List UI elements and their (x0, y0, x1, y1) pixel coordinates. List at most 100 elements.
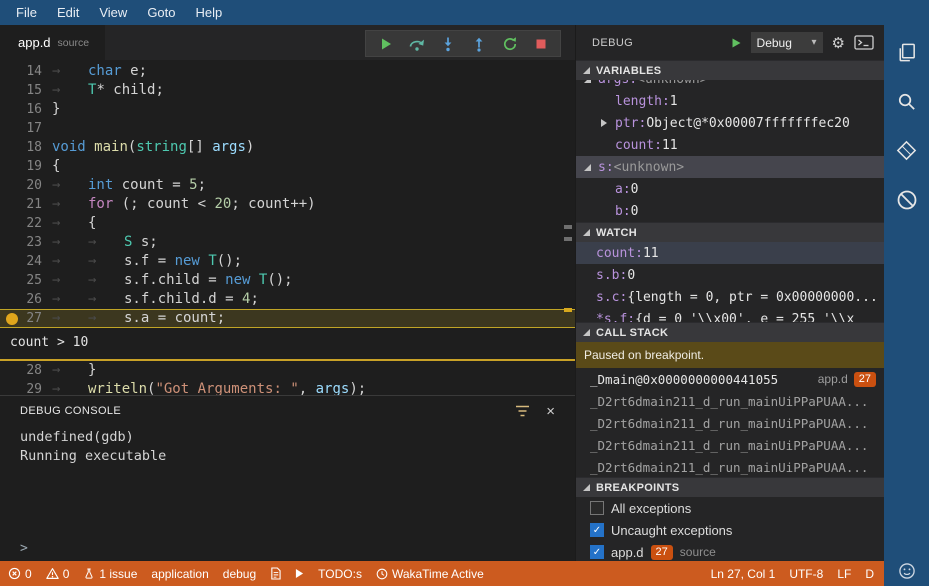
twisty-icon[interactable] (584, 80, 598, 83)
menu-item-help[interactable]: Help (186, 0, 233, 25)
breakpoint-item[interactable]: All exceptions (576, 497, 884, 519)
warning-count[interactable]: 0 (45, 567, 69, 581)
tab-app-d[interactable]: app.d source (0, 25, 106, 60)
line-number-19[interactable]: 19 (0, 157, 52, 176)
stack-frame[interactable]: _D2rt6dmain211_d_run_mainUiPPaPUAA... (576, 390, 884, 412)
run-task-button[interactable] (295, 568, 304, 579)
step-into-button[interactable] (432, 31, 463, 56)
variable-row[interactable]: count: 11 (576, 134, 884, 156)
twisty-icon[interactable] (601, 119, 615, 127)
breakpoint-item[interactable]: ✓ app.d 27 source (576, 541, 884, 561)
code-line-21[interactable]: 21 → for (; count < 20; count++) (0, 195, 575, 214)
section-header-watch[interactable]: WATCH (576, 222, 884, 242)
report-document-icon[interactable] (270, 567, 281, 580)
code-line-14[interactable]: 14 → char e; (0, 62, 575, 81)
search-tab[interactable] (895, 90, 918, 113)
wakatime-indicator[interactable]: WakaTime Active (376, 567, 484, 581)
line-number-24[interactable]: 24 (0, 252, 52, 271)
code-line-22[interactable]: 22 →{ (0, 214, 575, 233)
code-line-20[interactable]: 20 → int count = 5; (0, 176, 575, 195)
line-number-26[interactable]: 26 (0, 290, 52, 309)
variable-row[interactable]: ptr: Object@*0x00007fffffffec20 (576, 112, 884, 134)
breakpoint-condition-widget[interactable]: count > 10 (0, 328, 575, 361)
issues-indicator[interactable]: 1 issue (83, 567, 137, 581)
step-over-button[interactable] (401, 31, 432, 56)
checkbox[interactable]: ✓ (590, 523, 604, 537)
stack-frame[interactable]: _D2rt6dmain211_d_run_mainUiPPaPUAA... (576, 412, 884, 434)
console-input-prompt[interactable]: > (0, 541, 575, 561)
code-line-17[interactable]: 17 (0, 119, 575, 138)
code-line-25[interactable]: 25 → → s.f.child = new T(); (0, 271, 575, 290)
editor-scrollbar[interactable] (561, 60, 575, 395)
code-line-29[interactable]: 29 → writeln("Got Arguments: ", args); (0, 380, 575, 395)
menu-item-view[interactable]: View (89, 0, 137, 25)
line-number-28[interactable]: 28 (0, 361, 52, 380)
checkbox[interactable]: ✓ (590, 545, 604, 559)
section-header-breakpoints[interactable]: BREAKPOINTS (576, 477, 884, 497)
menu-item-file[interactable]: File (6, 0, 47, 25)
restart-button[interactable] (494, 31, 525, 56)
code-line-26[interactable]: 26 → → s.f.child.d = 4; (0, 290, 575, 309)
disabled-tab[interactable] (895, 188, 919, 212)
stack-frame[interactable]: _Dmain@0x0000000000441055 app.d 27 (576, 368, 884, 390)
line-number-16[interactable]: 16 (0, 100, 52, 119)
watch-row[interactable]: count: 11 (576, 242, 884, 264)
watch-row[interactable]: *s.f: {d = 0 '\\x00', e = 255 '\\x (576, 308, 884, 323)
error-count[interactable]: 0 (8, 567, 32, 581)
code-line-15[interactable]: 15 → T* child; (0, 81, 575, 100)
line-number-20[interactable]: 20 (0, 176, 52, 195)
language-mode-selector[interactable]: D (865, 567, 874, 581)
stop-button[interactable] (525, 31, 556, 56)
checkbox[interactable] (590, 501, 604, 515)
todo-indicator[interactable]: TODO:s (318, 567, 362, 581)
twisty-icon[interactable] (584, 163, 598, 171)
code-line-19[interactable]: 19{ (0, 157, 575, 176)
line-number-21[interactable]: 21 (0, 195, 52, 214)
code-editor[interactable]: 14 → char e; 15 → T* child; 16} 17 18 void main(s… (0, 60, 575, 395)
close-icon[interactable]: × (546, 404, 555, 419)
feedback-button[interactable] (897, 561, 917, 581)
filter-icon[interactable] (515, 405, 530, 418)
variable-row[interactable]: b: 0 (576, 200, 884, 222)
line-number-29[interactable]: 29 (0, 380, 52, 395)
line-number-25[interactable]: 25 (0, 271, 52, 290)
code-line-18[interactable]: 18 void main(string[] args) (0, 138, 575, 157)
debug-console-toggle-icon[interactable] (854, 35, 874, 50)
step-out-button[interactable] (463, 31, 494, 56)
menu-item-goto[interactable]: Goto (137, 0, 185, 25)
cursor-position[interactable]: Ln 27, Col 1 (711, 567, 776, 581)
code-line-28[interactable]: 28 →} (0, 361, 575, 380)
gear-icon[interactable]: ⚙ (832, 34, 845, 52)
menu-item-edit[interactable]: Edit (47, 0, 89, 25)
line-number-18[interactable]: 18 (0, 138, 52, 157)
launch-config-dropdown[interactable]: Debug ▾ (750, 32, 823, 53)
eol-selector[interactable]: LF (837, 567, 851, 581)
launch-config-debug[interactable]: debug (223, 567, 256, 581)
console-output[interactable]: undefined(gdb) Running executable (0, 426, 575, 541)
code-line-27[interactable]: 27 → → s.a = count; (0, 309, 575, 328)
line-number-15[interactable]: 15 (0, 81, 52, 100)
code-line-23[interactable]: 23 → → S s; (0, 233, 575, 252)
stack-frame[interactable]: _D2rt6dmain211_d_run_mainUiPPaPUAA... (576, 456, 884, 477)
watch-row[interactable]: s.b: 0 (576, 264, 884, 286)
line-number-17[interactable]: 17 (0, 119, 52, 138)
breakpoint-item[interactable]: ✓ Uncaught exceptions (576, 519, 884, 541)
encoding-selector[interactable]: UTF-8 (789, 567, 823, 581)
stack-frame[interactable]: _D2rt6dmain211_d_run_mainUiPPaPUAA... (576, 434, 884, 456)
watch-row[interactable]: s.c: {length = 0, ptr = 0x00000000... (576, 286, 884, 308)
breakpoint-icon[interactable] (6, 312, 18, 325)
explorer-tab[interactable] (895, 41, 918, 64)
continue-button[interactable] (370, 31, 401, 56)
code-line-24[interactable]: 24 → → s.f = new T(); (0, 252, 575, 271)
line-number-22[interactable]: 22 (0, 214, 52, 233)
variable-row[interactable]: a: 0 (576, 178, 884, 200)
code-line-16[interactable]: 16} (0, 100, 575, 119)
section-header-callstack[interactable]: CALL STACK (576, 322, 884, 342)
variable-row[interactable]: s: <unknown> (576, 156, 884, 178)
line-number-14[interactable]: 14 (0, 62, 52, 81)
variable-row[interactable]: args: <unknown> (576, 80, 884, 90)
start-debug-icon[interactable] (730, 37, 742, 49)
variable-row[interactable]: length: 1 (576, 90, 884, 112)
launch-config-application[interactable]: application (151, 567, 208, 581)
line-number-23[interactable]: 23 (0, 233, 52, 252)
